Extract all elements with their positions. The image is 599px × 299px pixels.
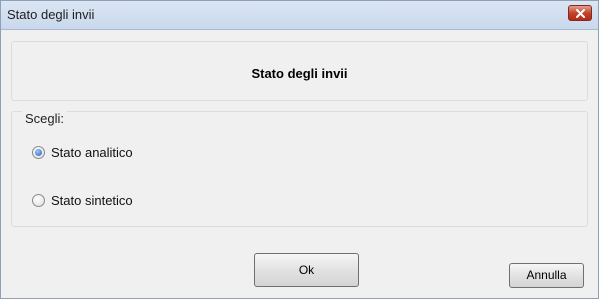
cancel-button[interactable]: Annulla [509, 263, 584, 288]
dialog-window: Stato degli invii Stato degli invii Sceg… [0, 0, 599, 299]
options-group: Scegli: Stato analitico Stato sintetico [11, 111, 588, 227]
radio-option-analitico[interactable]: Stato analitico [32, 145, 133, 160]
header-panel: Stato degli invii [11, 41, 588, 101]
radio-button-sintetico[interactable] [32, 194, 45, 207]
radio-label-analitico[interactable]: Stato analitico [51, 145, 133, 160]
ok-button[interactable]: Ok [254, 253, 359, 287]
close-button[interactable] [568, 5, 592, 21]
radio-button-analitico[interactable] [32, 146, 45, 159]
group-legend: Scegli: [22, 111, 68, 126]
close-icon [576, 9, 585, 18]
radio-option-sintetico[interactable]: Stato sintetico [32, 193, 133, 208]
header-title: Stato degli invii [251, 66, 348, 81]
title-bar[interactable]: Stato degli invii [1, 1, 598, 30]
radio-label-sintetico[interactable]: Stato sintetico [51, 193, 133, 208]
window-title: Stato degli invii [7, 7, 95, 22]
